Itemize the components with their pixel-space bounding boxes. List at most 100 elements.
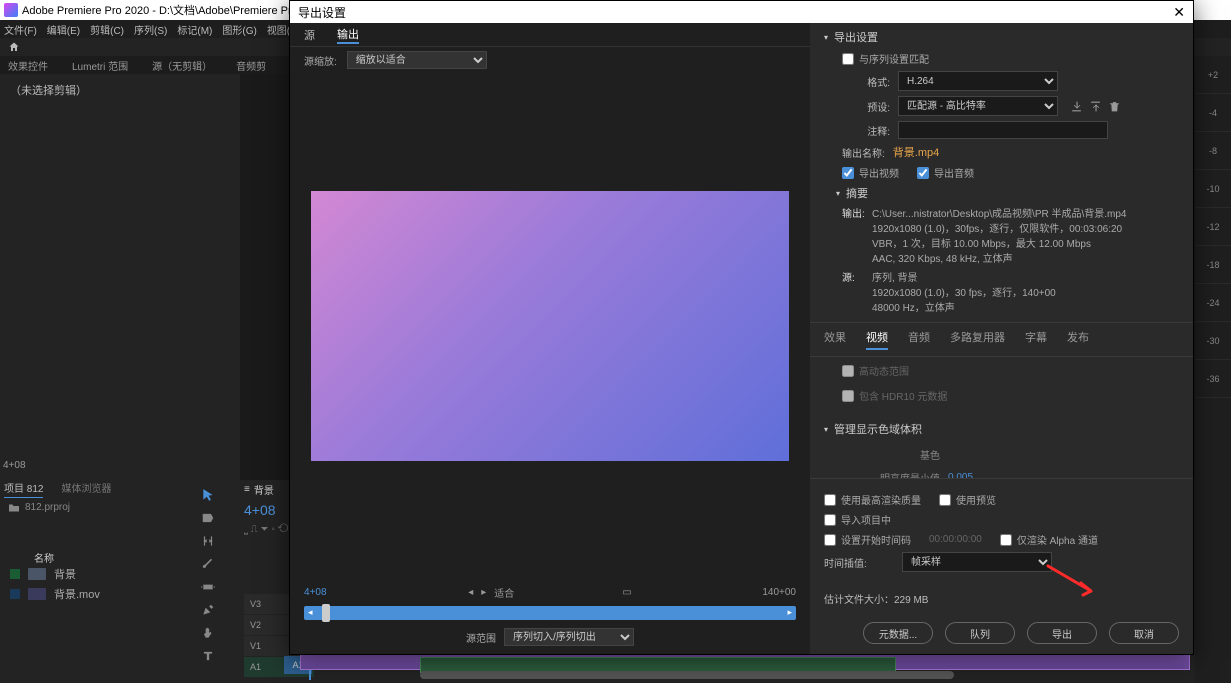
encoder-tab[interactable]: 发布 xyxy=(1067,329,1089,350)
type-tool-icon[interactable] xyxy=(201,649,215,663)
preview-controls[interactable]: ◂ ▸ 适合 ▭ xyxy=(384,585,716,600)
window-title: Adobe Premiere Pro 2020 - D:\文档\Adobe\Pr… xyxy=(22,2,313,18)
timeline-tab[interactable]: ≡ 背景 xyxy=(244,482,274,497)
cancel-button[interactable]: 取消 xyxy=(1109,622,1179,644)
tool-palette[interactable] xyxy=(197,482,219,683)
menu-item[interactable]: 序列(S) xyxy=(134,22,167,37)
dialog-preview-pane: 源 输出 源缩放: 缩放以适合 4+08 ◂ ▸ 适合 ▭ 140+00 ◂ xyxy=(290,23,810,654)
interp-select[interactable]: 帧采样 xyxy=(902,552,1052,572)
panel-tab[interactable]: 效果控件 xyxy=(8,58,48,73)
close-icon[interactable]: ✕ xyxy=(1173,4,1185,21)
slider-handle[interactable] xyxy=(322,604,330,622)
comment-input[interactable] xyxy=(898,121,1108,139)
metadata-button[interactable]: 元数据... xyxy=(863,622,933,644)
corner-timecode: 4+08 xyxy=(3,460,26,471)
max-quality-checkbox[interactable] xyxy=(824,494,836,506)
fit-select[interactable]: 适合 xyxy=(494,585,614,600)
item-name: 背景.mov xyxy=(54,586,100,602)
source-range-select[interactable]: 序列切入/序列切出 xyxy=(504,628,634,646)
no-clip-label: （未选择剪辑） xyxy=(0,74,240,106)
export-video-checkbox[interactable] xyxy=(842,167,854,179)
start-timecode-checkbox[interactable] xyxy=(824,534,836,546)
hand-tool-icon[interactable] xyxy=(201,626,215,640)
project-item-clip[interactable]: 背景.mov xyxy=(10,585,190,603)
menu-item[interactable]: 编辑(E) xyxy=(47,22,80,37)
meter-tick: -36 xyxy=(1195,360,1231,398)
sequence-icon xyxy=(28,568,46,580)
tab-media-browser[interactable]: 媒体浏览器 xyxy=(61,480,111,498)
video-preview[interactable] xyxy=(311,191,789,461)
format-select[interactable]: H.264 xyxy=(898,71,1058,91)
export-settings-dialog: 导出设置 ✕ 源 输出 源缩放: 缩放以适合 4+08 ◂ ▸ 适合 ▭ xyxy=(289,0,1194,655)
use-preview-checkbox[interactable] xyxy=(939,494,951,506)
color-volume-header[interactable]: ▾管理显示色域体积 xyxy=(824,421,1179,437)
project-file-row[interactable]: 812.prproj xyxy=(8,502,70,513)
column-name-header[interactable]: 名称 xyxy=(34,550,54,565)
dialog-settings-pane: ▾导出设置 与序列设置匹配 格式: H.264 预设: 匹配源 - 高比特率 xyxy=(810,23,1193,654)
menu-item[interactable]: 标记(M) xyxy=(177,22,212,37)
preview-tabs[interactable]: 源 输出 xyxy=(290,23,810,47)
bottom-options: 使用最高渲染质量 使用预览 导入项目中 设置开始时间码 00:00:00:00 … xyxy=(810,478,1193,585)
output-name-label: 输出名称: xyxy=(842,145,885,160)
encoder-tab[interactable]: 音频 xyxy=(908,329,930,350)
clip-icon xyxy=(28,588,46,600)
delete-preset-icon[interactable] xyxy=(1108,100,1121,113)
menu-item[interactable]: 剪辑(C) xyxy=(90,22,124,37)
project-item-sequence[interactable]: 背景 xyxy=(10,565,190,583)
timeline-option-icons[interactable]: ⎵ ⎍ ⏷ ◦ ⟲ xyxy=(244,524,288,535)
timeline-scrollbar[interactable] xyxy=(420,671,954,679)
meter-tick: -30 xyxy=(1195,322,1231,360)
razor-tool-icon[interactable] xyxy=(201,557,215,571)
export-audio-checkbox[interactable] xyxy=(917,167,929,179)
dialog-titlebar[interactable]: 导出设置 ✕ xyxy=(290,1,1193,23)
encoder-tab[interactable]: 效果 xyxy=(824,329,846,350)
scale-label: 源缩放: xyxy=(304,53,337,68)
panel-tab[interactable]: 音频剪 xyxy=(236,58,266,73)
preview-timecode-out[interactable]: 140+00 xyxy=(716,587,796,598)
preview-range-slider[interactable]: ◂ ▸ xyxy=(304,606,796,620)
preset-select[interactable]: 匹配源 - 高比特率 xyxy=(898,96,1058,116)
start-timecode-value: 00:00:00:00 xyxy=(929,534,982,545)
meter-tick: -24 xyxy=(1195,284,1231,322)
encoder-tab[interactable]: 视频 xyxy=(866,329,888,350)
alpha-only-checkbox[interactable] xyxy=(1000,534,1012,546)
item-name: 背景 xyxy=(54,566,76,582)
export-button[interactable]: 导出 xyxy=(1027,622,1097,644)
panel-tab[interactable]: 源（无剪辑） xyxy=(152,58,212,73)
import-project-checkbox[interactable] xyxy=(824,514,836,526)
encoder-tabs[interactable]: 效果视频音频多路复用器字幕发布 xyxy=(810,322,1193,357)
encoder-tab[interactable]: 多路复用器 xyxy=(950,329,1005,350)
interp-label: 时间插值: xyxy=(824,555,884,570)
pen-tool-icon[interactable] xyxy=(201,603,215,617)
import-preset-icon[interactable] xyxy=(1089,100,1102,113)
save-preset-icon[interactable] xyxy=(1070,100,1083,113)
meter-tick: -18 xyxy=(1195,246,1231,284)
panel-tab[interactable]: Lumetri 范围 xyxy=(72,58,128,73)
prev-frame-icon[interactable]: ◂ xyxy=(468,587,473,598)
tab-output[interactable]: 输出 xyxy=(337,26,359,44)
output-name-link[interactable]: 背景.mp4 xyxy=(893,144,939,160)
summary-header[interactable]: ▾摘要 xyxy=(836,185,1179,201)
menu-item[interactable]: 文件(F) xyxy=(4,22,37,37)
queue-button[interactable]: 队列 xyxy=(945,622,1015,644)
format-label: 格式: xyxy=(842,74,890,89)
ripple-edit-icon[interactable] xyxy=(201,534,215,548)
match-sequence-checkbox[interactable] xyxy=(842,53,854,65)
encoder-tab[interactable]: 字幕 xyxy=(1025,329,1047,350)
tab-project[interactable]: 项目 812 xyxy=(4,480,43,498)
tab-source[interactable]: 源 xyxy=(304,27,315,43)
hdr10-checkbox xyxy=(842,390,854,402)
scale-select[interactable]: 缩放以适合 xyxy=(347,51,487,69)
project-tabs[interactable]: 项目 812 媒体浏览器 xyxy=(4,480,111,498)
label-color-icon xyxy=(10,569,20,579)
track-select-icon[interactable] xyxy=(201,511,215,525)
export-settings-header[interactable]: ▾导出设置 xyxy=(824,29,1179,45)
selection-tool-icon[interactable] xyxy=(201,488,215,502)
aspect-icon[interactable]: ▭ xyxy=(622,587,631,598)
preview-timecode-in[interactable]: 4+08 xyxy=(304,587,384,598)
timeline-timecode[interactable]: 4+08 xyxy=(244,502,276,518)
slip-tool-icon[interactable] xyxy=(201,580,215,594)
audio-meter: +2-4-8-10-12-18-24-30-36 xyxy=(1195,56,1231,683)
menu-item[interactable]: 图形(G) xyxy=(222,22,256,37)
play-icon[interactable]: ▸ xyxy=(481,587,486,598)
